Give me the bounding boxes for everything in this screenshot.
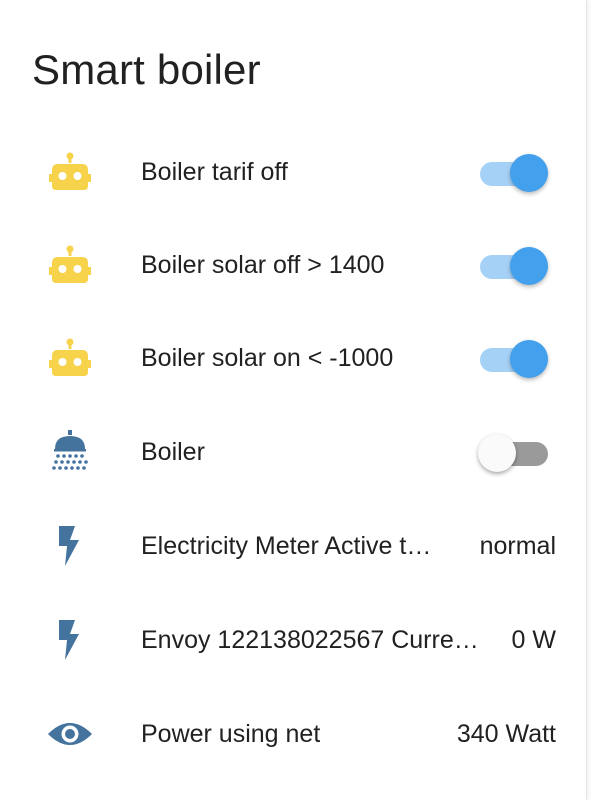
eye-icon [46,712,94,756]
flash-icon [46,618,94,662]
entity-state: normal [479,532,556,560]
robot-icon [46,243,94,287]
entity-state: 340 Watt [456,720,556,748]
boiler-toggle[interactable] [478,432,550,472]
toggle-knob[interactable] [478,434,516,472]
boiler-solar-off-toggle[interactable] [478,245,550,285]
shower-icon [46,430,94,474]
toggle-knob[interactable] [510,154,548,192]
boiler-tarif-off-toggle[interactable] [478,152,550,192]
entity-name: Envoy 122138022567 Curre… [141,626,479,654]
entity-name: Boiler [141,438,205,466]
entity-name: Boiler solar on < -1000 [141,344,394,372]
entity-row-boiler-solar-off[interactable]: Boiler solar off > 1400 [0,225,586,305]
toggle-knob[interactable] [510,247,548,285]
card-title: Smart boiler [32,46,261,93]
boiler-solar-on-toggle[interactable] [478,338,550,378]
entity-row-electricity-meter[interactable]: Electricity Meter Active t… normal [0,506,586,586]
entity-name: Electricity Meter Active t… [141,532,432,560]
entity-state: 0 W [511,626,556,654]
entity-row-boiler[interactable]: Boiler [0,412,586,492]
robot-icon [46,150,94,194]
entity-row-power-using-net[interactable]: Power using net 340 Watt [0,694,586,774]
entity-name: Boiler solar off > 1400 [141,251,385,279]
entity-name: Boiler tarif off [141,158,288,186]
entity-row-boiler-solar-on[interactable]: Boiler solar on < -1000 [0,318,586,398]
flash-icon [46,524,94,568]
entity-row-envoy-current[interactable]: Envoy 122138022567 Curre… 0 W [0,600,586,680]
entity-row-boiler-tarif-off[interactable]: Boiler tarif off [0,132,586,212]
toggle-knob[interactable] [510,340,548,378]
smart-boiler-card: Smart boiler Boiler tarif off Boiler sol… [0,0,587,800]
robot-icon [46,336,94,380]
entity-name: Power using net [141,720,321,748]
